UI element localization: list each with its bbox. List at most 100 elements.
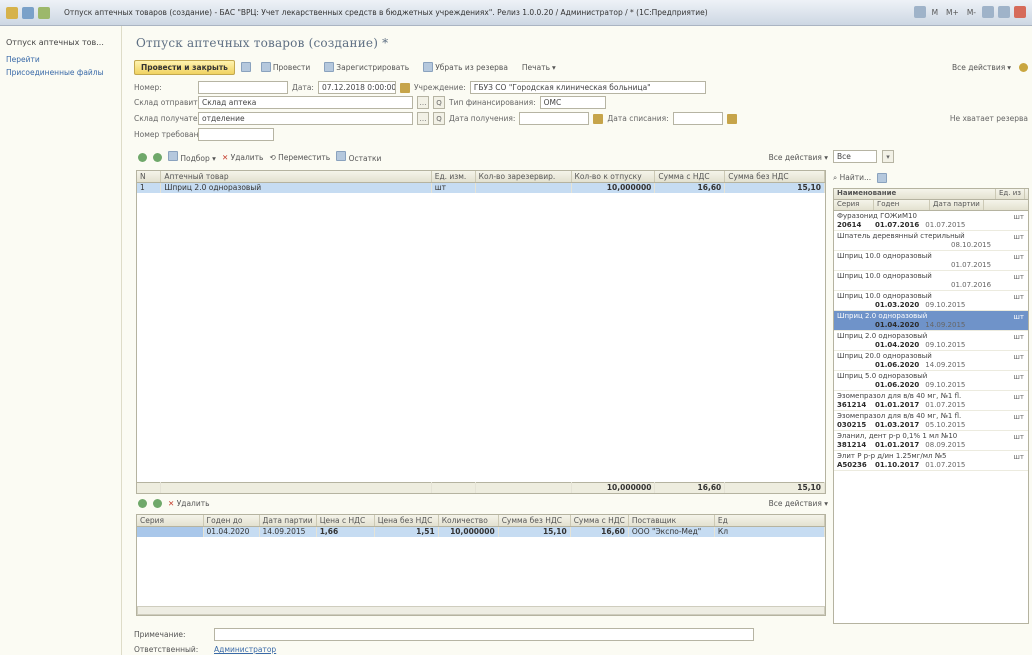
back-icon[interactable] xyxy=(22,7,34,19)
organization-field[interactable]: ГБУЗ СО "Городская клиническая больница" xyxy=(469,81,706,94)
date-field[interactable]: 07.12.2018 0:00:00 xyxy=(317,81,396,94)
series-up-icon[interactable] xyxy=(138,498,147,508)
print-button[interactable]: Печать ▾ xyxy=(518,60,560,75)
app-menu-icon[interactable] xyxy=(6,7,18,19)
remains-list-item[interactable]: Шприц 5.0 одноразовый шт 01.06.2020 09.10.2… xyxy=(834,371,1028,391)
remains-list-item[interactable]: Эзомепразол для в/в 40 мг, №1 fl. шт 36121… xyxy=(834,391,1028,411)
cell-supplier[interactable]: ООО "Экспо-Мед" xyxy=(628,526,715,537)
cell-item[interactable]: Шприц 2.0 одноразовый xyxy=(160,182,432,193)
template-field[interactable] xyxy=(198,128,274,141)
receipt-calendar-icon[interactable] xyxy=(593,113,604,124)
cell-price-novat[interactable]: 1,51 xyxy=(374,526,439,537)
cell-quantity[interactable]: 10,000000 xyxy=(438,526,499,537)
receipt-date-field[interactable] xyxy=(519,112,590,125)
calendar-icon[interactable] xyxy=(399,82,410,93)
take-reserve-button[interactable]: Убрать из резерва xyxy=(419,60,512,75)
series-table[interactable]: Серия Годен до Дата партии Цена с НДС Це… xyxy=(136,514,826,616)
table-row[interactable]: 1 Шприц 2.0 одноразовый шт 10,000000 16,… xyxy=(137,182,825,193)
panel-col-series[interactable]: Серия xyxy=(834,200,874,210)
cell-unit2[interactable]: Кл xyxy=(714,526,825,537)
cell-valid[interactable]: 01.04.2020 xyxy=(203,526,260,537)
col-qty[interactable]: Кол-во к отпуску xyxy=(571,171,656,183)
col-batch-date[interactable]: Дата партии xyxy=(259,515,317,527)
minimize-icon[interactable] xyxy=(982,6,994,18)
write-off-date-field[interactable] xyxy=(672,112,723,125)
cell-series[interactable] xyxy=(137,526,204,537)
series-all-actions-button[interactable]: Все действия ▾ xyxy=(769,499,828,508)
delete-row-button[interactable]: ✕ Удалить xyxy=(222,153,264,162)
panel-col-date[interactable]: Дата партии xyxy=(930,200,984,210)
remains-list-item[interactable]: Шпатель деревянный стерильный шт 08.10.201… xyxy=(834,231,1028,251)
warehouse-to-open-button[interactable]: Q xyxy=(433,112,445,125)
col-sum-novat[interactable]: Сумма без НДС xyxy=(724,171,825,183)
sidebar-item-go[interactable]: Перейти xyxy=(6,55,115,64)
move-up-icon[interactable] xyxy=(138,152,147,162)
maximize-icon[interactable] xyxy=(998,6,1010,18)
col-sum-novat2[interactable]: Сумма без НДС xyxy=(498,515,571,527)
series-delete-button[interactable]: ✕ Удалить xyxy=(168,499,210,508)
col-sum-vat[interactable]: Сумма с НДС xyxy=(654,171,726,183)
warehouse-from-open-button[interactable]: Q xyxy=(433,96,445,109)
post-and-close-button[interactable]: Провести и закрыть xyxy=(134,59,235,75)
responsible-link[interactable]: Администратор xyxy=(214,645,276,654)
move-rows-button[interactable]: ⟲ Переместить xyxy=(269,153,330,162)
col-reserved[interactable]: Кол-во зарезервир. xyxy=(475,171,572,183)
panel-col-valid[interactable]: Годен xyxy=(874,200,930,210)
remains-list-item[interactable]: Шприц 20.0 одноразовый шт 01.06.2020 14.09.… xyxy=(834,351,1028,371)
series-down-icon[interactable] xyxy=(153,498,162,508)
remains-list-item[interactable]: Шприц 10.0 одноразовый шт 01.07.2016 xyxy=(834,271,1028,291)
pick-button[interactable]: Подбор ▾ xyxy=(168,151,216,163)
help-icon[interactable] xyxy=(1019,62,1028,72)
all-actions-button[interactable]: Все действия ▾ xyxy=(948,60,1015,75)
comment-field[interactable] xyxy=(214,628,754,641)
number-field[interactable] xyxy=(198,81,288,94)
panel-col-unit[interactable]: Ед. из xyxy=(996,189,1025,199)
col-n[interactable]: N xyxy=(137,171,162,183)
goods-table[interactable]: N Аптечный товар Ед. изм. Кол-во зарезер… xyxy=(136,170,826,494)
col-unit[interactable]: Ед. изм. xyxy=(431,171,476,183)
cell-reserved[interactable] xyxy=(475,182,572,193)
cell-sum-novat2[interactable]: 15,10 xyxy=(498,526,571,537)
cell-qty[interactable]: 10,000000 xyxy=(571,182,656,193)
save-icon[interactable] xyxy=(240,62,251,72)
panel-filter-select[interactable]: Все xyxy=(833,150,877,163)
forward-icon[interactable] xyxy=(38,7,50,19)
remains-list-item[interactable]: Эзомепразол для в/в 40 мг, №1 fl. шт 03021… xyxy=(834,411,1028,431)
col-quantity[interactable]: Количество xyxy=(438,515,499,527)
col-price-vat[interactable]: Цена с НДС xyxy=(316,515,375,527)
cell-unit[interactable]: шт xyxy=(431,182,476,193)
sidebar-item-attached-files[interactable]: Присоединенные файлы xyxy=(6,68,115,77)
funding-type-field[interactable]: ОМС xyxy=(539,96,606,109)
remains-list-item[interactable]: Шприц 2.0 одноразовый шт 01.04.2020 09.10.2… xyxy=(834,331,1028,351)
panel-search-button[interactable]: ⌕ Найти... xyxy=(833,173,871,183)
warehouse-from-select-button[interactable]: … xyxy=(417,96,429,109)
table-row[interactable]: 01.04.2020 14.09.2015 1,66 1,51 10,00000… xyxy=(137,526,825,537)
remains-list-item[interactable]: Шприц 10.0 одноразовый шт 01.03.2020 09.10.… xyxy=(834,291,1028,311)
remains-list-item[interactable]: Элит Р р-р д/ин 1.25мг/мл №5 шт A50236 01.1… xyxy=(834,451,1028,471)
series-table-scrollbar[interactable] xyxy=(137,606,825,615)
col-sum-vat2[interactable]: Сумма с НДС xyxy=(570,515,629,527)
cell-price-vat[interactable]: 1,66 xyxy=(316,526,375,537)
remains-button[interactable]: Остатки xyxy=(336,151,381,163)
cell-sum-vat2[interactable]: 16,60 xyxy=(570,526,629,537)
post-button[interactable]: Провести xyxy=(257,60,314,75)
close-icon[interactable] xyxy=(1014,6,1026,18)
remains-list-item[interactable]: Шприц 2.0 одноразовый шт 01.04.2020 14.09.2… xyxy=(834,311,1028,331)
col-price-novat[interactable]: Цена без НДС xyxy=(374,515,439,527)
col-item[interactable]: Аптечный товар xyxy=(160,171,432,183)
move-down-icon[interactable] xyxy=(153,152,162,162)
col-series[interactable]: Серия xyxy=(137,515,204,527)
memory-minus-button[interactable]: M- xyxy=(965,8,978,17)
remains-list-item[interactable]: Эланил, дент р-р 0,1% 1 мл №10 шт 381214 01… xyxy=(834,431,1028,451)
warehouse-from-field[interactable]: Склад аптека xyxy=(198,96,413,109)
cell-batch-date[interactable]: 14.09.2015 xyxy=(259,526,317,537)
panel-search-clear-icon[interactable] xyxy=(877,173,888,183)
warehouse-to-field[interactable]: отделение xyxy=(198,112,413,125)
table-all-actions-button[interactable]: Все действия ▾ xyxy=(769,153,828,162)
register-button[interactable]: Зарегистрировать xyxy=(320,60,413,75)
col-valid[interactable]: Годен до xyxy=(203,515,260,527)
memory-m-button[interactable]: M xyxy=(930,8,940,17)
cell-sum-vat[interactable]: 16,60 xyxy=(654,182,726,193)
favorites-icon[interactable] xyxy=(913,6,926,18)
remains-list-item[interactable]: Фуразонид ГОЖиМ10 шт 20614 01.07.2016 01.07.… xyxy=(834,211,1028,231)
